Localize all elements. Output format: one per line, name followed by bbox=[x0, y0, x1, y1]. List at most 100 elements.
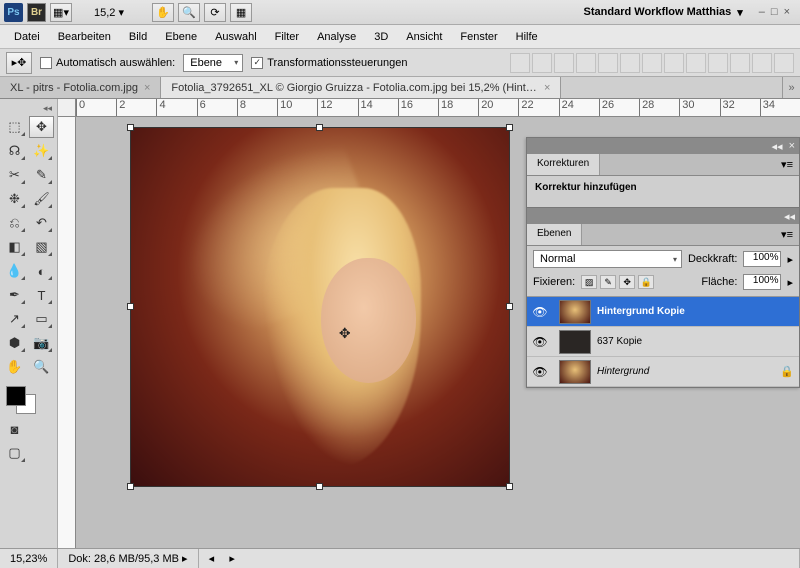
hand-tool-button[interactable]: ✋ bbox=[152, 3, 174, 22]
ebenen-tab[interactable]: Ebenen bbox=[527, 224, 582, 245]
collapse-icon[interactable]: ◂◂ bbox=[772, 140, 783, 153]
collapse-toolbox-button[interactable]: ◂◂ bbox=[2, 103, 55, 114]
layer-row[interactable]: 👁 637 Kopie bbox=[527, 327, 799, 357]
hand-tool[interactable]: ✋ bbox=[2, 356, 27, 378]
close-button[interactable]: × bbox=[784, 6, 790, 18]
layer-name-label[interactable]: Hintergrund Kopie bbox=[597, 306, 775, 317]
distribute-top-button[interactable] bbox=[642, 53, 662, 73]
history-brush-tool[interactable]: ↶ bbox=[29, 212, 54, 234]
horizontal-ruler[interactable]: 0246810121416182022242628303234 bbox=[76, 99, 800, 117]
menu-hilfe[interactable]: Hilfe bbox=[516, 31, 538, 43]
collapse-icon[interactable]: ◂◂ bbox=[784, 210, 795, 223]
status-scroll[interactable]: ◂ ▸ bbox=[199, 549, 800, 568]
bridge-icon[interactable]: Br bbox=[27, 3, 46, 22]
transform-handle[interactable] bbox=[506, 303, 513, 310]
lasso-tool[interactable]: ☊ bbox=[2, 140, 27, 162]
crop-tool[interactable]: ✂ bbox=[2, 164, 27, 186]
close-icon[interactable]: × bbox=[789, 140, 795, 152]
type-tool[interactable]: T bbox=[29, 284, 54, 306]
menu-filter[interactable]: Filter bbox=[275, 31, 299, 43]
quickmask-button[interactable]: ◙ bbox=[2, 418, 27, 440]
brush-tool[interactable]: 🖌 bbox=[29, 188, 54, 210]
layer-visibility-toggle[interactable]: 👁 bbox=[527, 305, 553, 319]
foreground-color-swatch[interactable] bbox=[6, 386, 26, 406]
arrange-documents-button[interactable]: ▦▾ bbox=[50, 3, 72, 22]
status-zoom[interactable]: 15,23% bbox=[0, 549, 58, 568]
layer-row[interactable]: 👁Hintergrund🔒 bbox=[527, 357, 799, 387]
minimize-button[interactable]: – bbox=[759, 6, 765, 18]
current-tool-indicator[interactable]: ▸✥ bbox=[6, 52, 32, 74]
canvas-area[interactable]: 0246810121416182022242628303234 ✥ ◂◂ × Ko… bbox=[58, 99, 800, 548]
zoom-tool-button[interactable]: 🔍 bbox=[178, 3, 200, 22]
transform-handle[interactable] bbox=[127, 303, 134, 310]
gradient-tool[interactable]: ▧ bbox=[29, 236, 54, 258]
auto-align-button[interactable] bbox=[774, 53, 794, 73]
vertical-ruler[interactable] bbox=[58, 117, 76, 548]
pen-tool[interactable]: ✒ bbox=[2, 284, 27, 306]
heal-tool[interactable]: ❉ bbox=[2, 188, 27, 210]
tab-scroll-button[interactable]: » bbox=[782, 77, 800, 98]
menu-bild[interactable]: Bild bbox=[129, 31, 147, 43]
workspace-dropdown[interactable]: Standard Workflow Matthias▾ bbox=[576, 3, 751, 22]
layer-thumbnail[interactable] bbox=[559, 330, 591, 354]
transform-handle[interactable] bbox=[506, 124, 513, 131]
align-bottom-button[interactable] bbox=[554, 53, 574, 73]
align-right-button[interactable] bbox=[620, 53, 640, 73]
blur-tool[interactable]: 💧 bbox=[2, 260, 27, 282]
distribute-right-button[interactable] bbox=[752, 53, 772, 73]
fill-input[interactable]: 100% bbox=[743, 274, 781, 290]
transform-handle[interactable] bbox=[127, 483, 134, 490]
panel-header[interactable]: ◂◂ × bbox=[527, 138, 799, 154]
layer-name-label[interactable]: 637 Kopie bbox=[597, 336, 775, 347]
screenmode-button[interactable]: ▢ bbox=[2, 442, 27, 464]
panel-menu-button[interactable]: ▾≡ bbox=[775, 224, 799, 245]
blend-mode-dropdown[interactable]: Normal bbox=[533, 250, 682, 268]
transform-handle[interactable] bbox=[506, 483, 513, 490]
3d-tool[interactable]: ⬢ bbox=[2, 332, 27, 354]
layer-thumbnail[interactable] bbox=[559, 360, 591, 384]
move-tool[interactable]: ✥ bbox=[29, 116, 54, 138]
distribute-hcenter-button[interactable] bbox=[730, 53, 750, 73]
lock-all-button[interactable]: 🔒 bbox=[638, 275, 654, 289]
menu-ebene[interactable]: Ebene bbox=[165, 31, 197, 43]
close-icon[interactable]: × bbox=[544, 82, 550, 94]
flyout-icon[interactable]: ▸ bbox=[787, 253, 793, 266]
transform-controls-checkbox[interactable]: ✓Transformationssteuerungen bbox=[251, 57, 407, 69]
panel-header[interactable]: ◂◂ bbox=[527, 208, 799, 224]
document-canvas[interactable]: ✥ bbox=[130, 127, 510, 487]
document-tab[interactable]: XL - pitrs - Fotolia.com.jpg× bbox=[0, 77, 161, 98]
align-left-button[interactable] bbox=[576, 53, 596, 73]
camera-tool[interactable]: 📷 bbox=[29, 332, 54, 354]
status-document-size[interactable]: Dok: 28,6 MB/95,3 MB ▸ bbox=[58, 549, 198, 568]
menu-fenster[interactable]: Fenster bbox=[460, 31, 497, 43]
panel-menu-button[interactable]: ▾≡ bbox=[775, 154, 799, 175]
eraser-tool[interactable]: ◧ bbox=[2, 236, 27, 258]
lock-pixels-button[interactable]: ✎ bbox=[600, 275, 616, 289]
transform-handle[interactable] bbox=[316, 124, 323, 131]
korrekturen-tab[interactable]: Korrekturen bbox=[527, 154, 600, 175]
document-tab[interactable]: Fotolia_3792651_XL © Giorgio Gruizza - F… bbox=[161, 77, 561, 98]
auto-select-checkbox[interactable]: Automatisch auswählen: bbox=[40, 57, 175, 69]
transform-handle[interactable] bbox=[316, 483, 323, 490]
menu-bearbeiten[interactable]: Bearbeiten bbox=[58, 31, 111, 43]
layer-visibility-toggle[interactable]: 👁 bbox=[527, 335, 553, 349]
marquee-tool[interactable]: ⬚ bbox=[2, 116, 27, 138]
layer-thumbnail[interactable] bbox=[559, 300, 591, 324]
maximize-button[interactable]: □ bbox=[771, 6, 778, 18]
menu-analyse[interactable]: Analyse bbox=[317, 31, 356, 43]
layer-name-label[interactable]: Hintergrund bbox=[597, 366, 775, 377]
wand-tool[interactable]: ✨ bbox=[29, 140, 54, 162]
transform-handle[interactable] bbox=[127, 124, 134, 131]
align-hcenter-button[interactable] bbox=[598, 53, 618, 73]
align-top-button[interactable] bbox=[510, 53, 530, 73]
distribute-bottom-button[interactable] bbox=[686, 53, 706, 73]
menu-3d[interactable]: 3D bbox=[374, 31, 388, 43]
shape-tool[interactable]: ▭ bbox=[29, 308, 54, 330]
screen-mode-button[interactable]: ▦ bbox=[230, 3, 252, 22]
zoom-tool[interactable]: 🔍 bbox=[29, 356, 54, 378]
flyout-icon[interactable]: ▸ bbox=[787, 276, 793, 289]
lock-position-button[interactable]: ✥ bbox=[619, 275, 635, 289]
menu-datei[interactable]: Datei bbox=[14, 31, 40, 43]
close-icon[interactable]: × bbox=[144, 82, 150, 94]
dodge-tool[interactable]: ◐ bbox=[29, 260, 54, 282]
